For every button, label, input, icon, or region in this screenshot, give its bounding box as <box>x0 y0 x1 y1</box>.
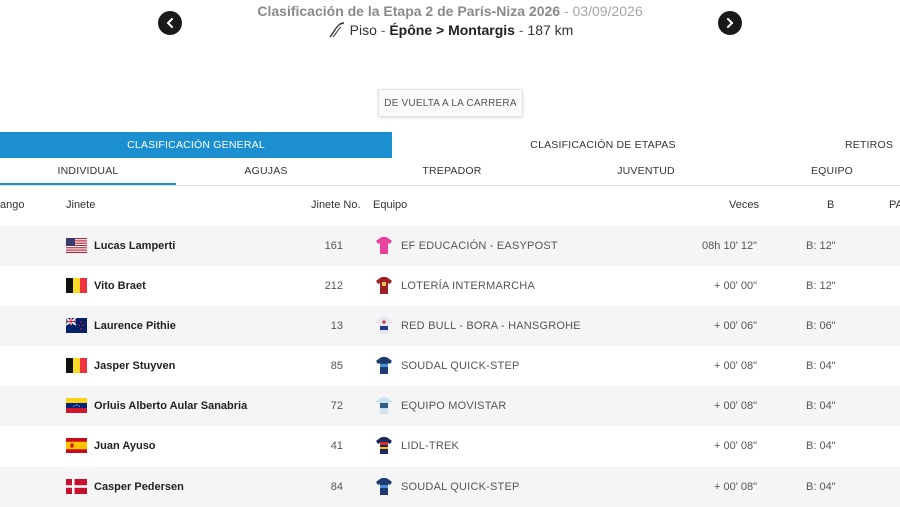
tab-points[interactable]: AGUJAS <box>176 158 356 183</box>
next-stage-button[interactable] <box>718 11 742 35</box>
venezuela-flag-icon <box>66 398 87 413</box>
stage-header: Clasificación de la Etapa 2 de París-Niz… <box>0 0 900 50</box>
tab-general-classification[interactable]: CLASIFICACIÓN GENERAL <box>0 132 392 158</box>
stage-route: Épône > Montargis <box>389 22 515 38</box>
rider-bonus: B: 04" <box>806 440 836 452</box>
main-tabs: CLASIFICACIÓN GENERAL CLASIFICACIÓN DE E… <box>0 132 900 158</box>
rider-time: + 00' 08" <box>713 360 757 372</box>
chevron-right-icon <box>727 18 734 28</box>
rider-time: + 00' 06" <box>713 320 757 332</box>
rider-bonus: B: 12" <box>806 240 836 252</box>
rider-number: 161 <box>324 240 343 252</box>
stage-subtitle: Piso - Épône > Montargis - 187 km <box>0 22 900 38</box>
rider-number: 72 <box>330 400 343 412</box>
subtitle-separator: - <box>514 22 528 38</box>
team-name[interactable]: LOTERÍA INTERMARCHA <box>401 266 535 306</box>
rider-number: 84 <box>330 481 343 493</box>
table-row[interactable]: Lucas Lamperti 161 EF EDUCACIÓN - EASYPO… <box>0 226 900 266</box>
team-name[interactable]: SOUDAL QUICK-STEP <box>401 346 520 386</box>
time-header[interactable]: Veces <box>729 199 759 211</box>
table-row[interactable]: Laurence Pithie 13 RED BULL - BORA - HAN… <box>0 306 900 346</box>
tab-youth[interactable]: JUVENTUD <box>548 158 744 183</box>
rider-name[interactable]: Laurence Pithie <box>94 306 176 346</box>
spain-flag-icon <box>66 438 87 453</box>
stage-distance: 187 km <box>527 22 574 38</box>
intermarche-jersey-icon <box>376 277 392 294</box>
lidl-trek-jersey-icon <box>376 437 392 454</box>
rider-time: + 00' 08" <box>713 481 757 493</box>
tab-climber[interactable]: TREPADOR <box>356 158 548 183</box>
table-row[interactable]: Jasper Stuyven 85 SOUDAL QUICK-STEP + 00… <box>0 346 900 386</box>
rider-time: + 00' 08" <box>713 440 757 452</box>
rider-name[interactable]: Juan Ayuso <box>94 426 156 466</box>
ef-jersey-icon <box>376 237 392 254</box>
team-name[interactable]: LIDL-TREK <box>401 426 459 466</box>
rider-number: 41 <box>330 440 343 452</box>
rider-number: 13 <box>330 320 343 332</box>
rank-header[interactable]: ango <box>0 199 24 211</box>
rider-name[interactable]: Orluis Alberto Aular Sanabria <box>94 386 247 426</box>
table-row[interactable]: Orluis Alberto Aular Sanabria 72 EQUIPO … <box>0 386 900 426</box>
rider-name[interactable]: Casper Pedersen <box>94 467 184 507</box>
rider-bonus: B: 04" <box>806 360 836 372</box>
rider-name[interactable]: Lucas Lamperti <box>94 226 175 266</box>
rider-name[interactable]: Jasper Stuyven <box>94 346 175 386</box>
soudal-jersey-icon <box>376 357 392 374</box>
rider-number-header[interactable]: Jinete No. <box>311 199 361 211</box>
team-header[interactable]: Equipo <box>373 199 407 211</box>
belgium-flag-icon <box>66 278 87 293</box>
team-name[interactable]: SOUDAL QUICK-STEP <box>401 467 520 507</box>
table-row[interactable]: Casper Pedersen 84 SOUDAL QUICK-STEP + 0… <box>0 467 900 507</box>
team-name[interactable]: RED BULL - BORA - HANSGROHE <box>401 306 581 346</box>
rider-number: 85 <box>330 360 343 372</box>
denmark-flag-icon <box>66 479 87 494</box>
tab-stage-classification[interactable]: CLASIFICACIÓN DE ETAPAS <box>392 132 814 158</box>
tab-withdrawals[interactable]: RETIROS <box>814 132 900 158</box>
stage-type: Piso <box>349 22 377 38</box>
table-row[interactable]: Juan Ayuso 41 LIDL-TREK + 00' 08" B: 04" <box>0 426 900 466</box>
rider-bonus: B: 12" <box>806 280 836 292</box>
rider-number: 212 <box>324 280 343 292</box>
stage-title: Clasificación de la Etapa 2 de París-Niz… <box>0 3 900 19</box>
rider-bonus: B: 04" <box>806 481 836 493</box>
bonus-header[interactable]: B <box>827 199 834 211</box>
rider-header[interactable]: Jinete <box>66 199 95 211</box>
rider-time: + 00' 08" <box>713 400 757 412</box>
movistar-jersey-icon <box>376 397 392 414</box>
team-name[interactable]: EF EDUCACIÓN - EASYPOST <box>401 226 558 266</box>
rider-bonus: B: 06" <box>806 320 836 332</box>
date-separator: - <box>560 3 573 19</box>
extra-header[interactable]: PA <box>889 199 900 211</box>
table-row[interactable]: Vito Braet 212 LOTERÍA INTERMARCHA + 00'… <box>0 266 900 306</box>
flat-stage-icon <box>329 22 344 38</box>
back-to-race-button[interactable]: DE VUELTA A LA CARRERA <box>378 89 523 117</box>
team-name[interactable]: EQUIPO MOVISTAR <box>401 386 506 426</box>
soudal-jersey-icon <box>376 478 392 495</box>
rider-name[interactable]: Vito Braet <box>94 266 146 306</box>
rider-time: 08h 10' 12" <box>702 240 757 252</box>
subtitle-separator: - <box>376 22 390 38</box>
sub-tabs: INDIVIDUAL AGUJAS TREPADOR JUVENTUD EQUI… <box>0 158 900 186</box>
redbull-jersey-icon <box>376 317 392 334</box>
stage-date: 03/09/2026 <box>572 3 643 19</box>
stage-title-text: Clasificación de la Etapa 2 de París-Niz… <box>257 3 561 19</box>
usa-flag-icon <box>66 238 87 253</box>
rider-time: + 00' 00" <box>713 280 757 292</box>
tab-individual[interactable]: INDIVIDUAL <box>0 158 176 185</box>
new-zealand-flag-icon <box>66 318 87 333</box>
belgium-flag-icon <box>66 358 87 373</box>
tab-team[interactable]: EQUIPO <box>744 158 900 183</box>
rider-bonus: B: 04" <box>806 400 836 412</box>
